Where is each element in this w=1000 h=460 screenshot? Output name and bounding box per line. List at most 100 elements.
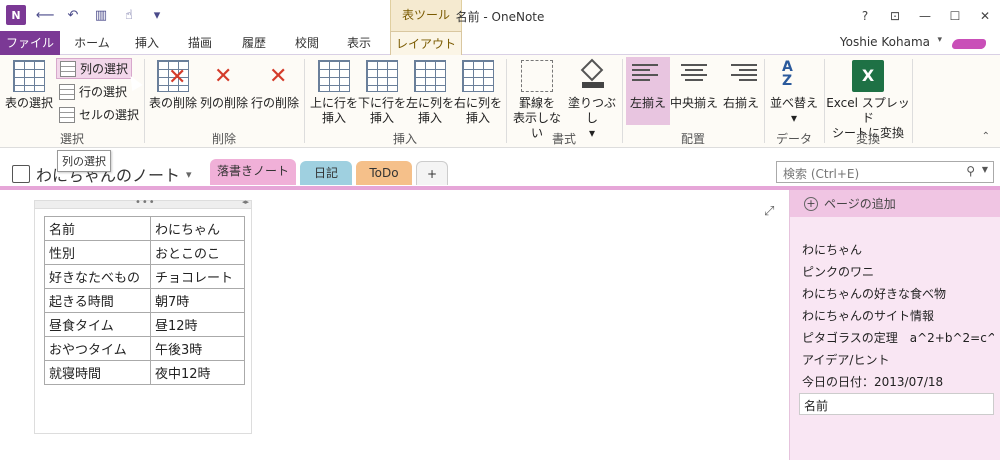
select-table-button[interactable]: 表の選択: [4, 57, 54, 111]
plus-icon: +: [804, 196, 818, 211]
insert-right-icon: [462, 60, 494, 92]
table-row[interactable]: 昼食タイム 昼12時: [44, 312, 245, 337]
table-cell-value[interactable]: 朝7時: [150, 288, 245, 313]
expand-icon[interactable]: ⤢: [764, 204, 774, 219]
group-label-insert: 挿入: [392, 132, 417, 146]
align-center-button[interactable]: 中央揃え: [670, 57, 718, 111]
sort-button[interactable]: AZ 並べ替え ▾: [768, 57, 820, 126]
align-right-button[interactable]: 右揃え: [720, 57, 762, 111]
search-input[interactable]: 検索 (Ctrl+E) ⚲ ▼: [776, 161, 994, 183]
page-item-selected[interactable]: 名前: [799, 393, 994, 415]
tooltip: 列の選択: [57, 150, 111, 172]
tab-history[interactable]: 履歴: [230, 31, 278, 55]
group-label-convert: 変換: [855, 132, 880, 146]
select-column-button[interactable]: 列の選択: [56, 58, 133, 79]
insert-column-left-button[interactable]: 左に列を 挿入: [406, 57, 454, 126]
close-button[interactable]: ✕: [970, 0, 1000, 31]
table-cell-label[interactable]: 好きなたべもの: [44, 264, 151, 289]
group-label-data: データ: [775, 132, 812, 146]
table-cell-label[interactable]: 名前: [44, 216, 151, 241]
page-item[interactable]: 今日の日付：2013/07/18: [802, 373, 994, 390]
table-row[interactable]: 性別 おとこのこ: [44, 240, 245, 265]
table-row[interactable]: 就寝時間 夜中12時: [44, 360, 245, 385]
fullscreen-button[interactable]: ⊡: [880, 0, 910, 31]
page-item[interactable]: ピンクのワニ: [802, 263, 994, 280]
page-item[interactable]: わにちゃん: [802, 241, 994, 258]
window-controls: ? ⊡ — ☐ ✕: [850, 0, 1000, 31]
table-cell-value[interactable]: わにちゃん: [150, 216, 245, 241]
add-page-button[interactable]: + ページの追加: [790, 190, 1000, 217]
add-section-button[interactable]: +: [416, 161, 448, 185]
resize-handle-icon[interactable]: ◂▸: [242, 198, 249, 206]
table-row[interactable]: 好きなたべもの チョコレート: [44, 264, 245, 289]
insert-row-above-button[interactable]: 上に行を 挿入: [310, 57, 358, 126]
page-item[interactable]: ピタゴラスの定理 a^2+b^2=c^2: [802, 329, 994, 346]
section-tab-rakugaki[interactable]: 落書きノート: [210, 159, 296, 185]
section-tab-diary[interactable]: 日記: [300, 161, 352, 185]
help-button[interactable]: ?: [850, 0, 880, 31]
tab-draw[interactable]: 描画: [176, 31, 224, 55]
notebook-icon: [12, 165, 30, 183]
table-cell-label[interactable]: 性別: [44, 240, 151, 265]
delete-column-button[interactable]: ✕ 列の削除: [200, 57, 248, 111]
tab-insert[interactable]: 挿入: [124, 31, 170, 55]
maximize-button[interactable]: ☐: [940, 0, 970, 31]
page-item[interactable]: わにちゃんのサイト情報: [802, 307, 994, 324]
align-left-icon: [632, 60, 664, 92]
select-row-button[interactable]: 行の選択: [56, 81, 130, 102]
tab-layout[interactable]: レイアウト: [390, 31, 462, 56]
dock-icon[interactable]: ▥: [92, 6, 110, 24]
tab-review[interactable]: 校閲: [284, 31, 330, 55]
page-item[interactable]: アイデア/ヒント: [802, 351, 994, 368]
delete-column-icon: ✕: [214, 64, 233, 89]
page-item[interactable]: わにちゃんの好きな食べ物: [802, 285, 994, 302]
shading-button[interactable]: 塗りつぶし ▾: [566, 57, 618, 141]
table-cell-value[interactable]: 昼12時: [150, 312, 245, 337]
table-cell-value[interactable]: 午後3時: [150, 336, 245, 361]
delete-table-button[interactable]: ✕ 表の削除: [148, 57, 198, 111]
insert-row-below-button[interactable]: 下に行を 挿入: [358, 57, 406, 126]
note-container[interactable]: ••• ◂▸ 名前 わにちゃん 性別 おとこのこ 好きなたべもの チョコレート 起きる時間朝…: [34, 197, 252, 434]
title-bar: N ⟵ ↶ ▥ ☝ ▾ 表ツール 名前 - OneNote ? ⊡ — ☐ ✕: [0, 0, 1000, 31]
table-cell-label[interactable]: 昼食タイム: [44, 312, 151, 337]
table-row[interactable]: 名前 わにちゃん: [44, 216, 245, 241]
table-cell-value[interactable]: 夜中12時: [150, 360, 245, 385]
paint-bucket-icon: [576, 58, 608, 92]
table-cell-value[interactable]: おとこのこ: [150, 240, 245, 265]
insert-column-right-button[interactable]: 右に列を 挿入: [454, 57, 502, 126]
page-list: + ページの追加 わにちゃん ピンクのワニ わにちゃんの好きな食べ物 わにちゃん…: [789, 190, 1000, 460]
undo-icon[interactable]: ↶: [64, 6, 82, 24]
align-left-button[interactable]: 左揃え: [626, 57, 670, 125]
container-handle[interactable]: ••• ◂▸: [35, 197, 251, 209]
drag-handle-icon[interactable]: •••: [135, 197, 156, 208]
hide-borders-button[interactable]: 罫線を 表示しない: [510, 57, 564, 141]
collapse-ribbon-icon[interactable]: ⌃: [982, 131, 990, 142]
table-row[interactable]: 起きる時間 朝7時: [44, 288, 245, 313]
tab-view[interactable]: 表示: [336, 31, 382, 55]
page-canvas[interactable]: ⤢ ••• ◂▸ 名前 わにちゃん 性別 おとこのこ 好きなたべもの チョコレート 起きる時…: [0, 190, 789, 460]
touch-mode-icon[interactable]: ☝: [120, 6, 138, 24]
user-menu-caret[interactable]: ▾: [937, 35, 942, 45]
align-right-icon: [725, 60, 757, 92]
table-cell-value[interactable]: チョコレート: [150, 264, 245, 289]
data-table[interactable]: 名前 わにちゃん 性別 おとこのこ 好きなたべもの チョコレート 起きる時間 朝7時 昼食タイム…: [44, 216, 245, 385]
table-cell-label[interactable]: 起きる時間: [44, 288, 151, 313]
table-cell-label[interactable]: 就寝時間: [44, 360, 151, 385]
delete-row-button[interactable]: ✕ 行の削除: [250, 57, 300, 111]
minimize-button[interactable]: —: [910, 0, 940, 31]
search-scope-caret-icon[interactable]: ▼: [982, 165, 988, 174]
table-cell-label[interactable]: おやつタイム: [44, 336, 151, 361]
section-tab-todo[interactable]: ToDo: [356, 161, 412, 185]
user-name[interactable]: Yoshie Kohama: [840, 35, 930, 49]
tab-home[interactable]: ホーム: [64, 31, 120, 55]
search-icon[interactable]: ⚲: [966, 164, 975, 178]
onenote-logo-icon: N: [6, 5, 26, 25]
tab-file[interactable]: ファイル: [0, 31, 60, 55]
customize-icon[interactable]: ▾: [148, 6, 166, 24]
back-icon[interactable]: ⟵: [36, 6, 55, 24]
convert-to-excel-button[interactable]: X Excel スプレッド シートに変換: [826, 57, 910, 141]
hide-borders-icon: [521, 60, 553, 92]
table-row[interactable]: おやつタイム 午後3時: [44, 336, 245, 361]
select-cell-button[interactable]: セルの選択: [56, 104, 142, 125]
delete-table-icon: ✕: [157, 60, 189, 92]
